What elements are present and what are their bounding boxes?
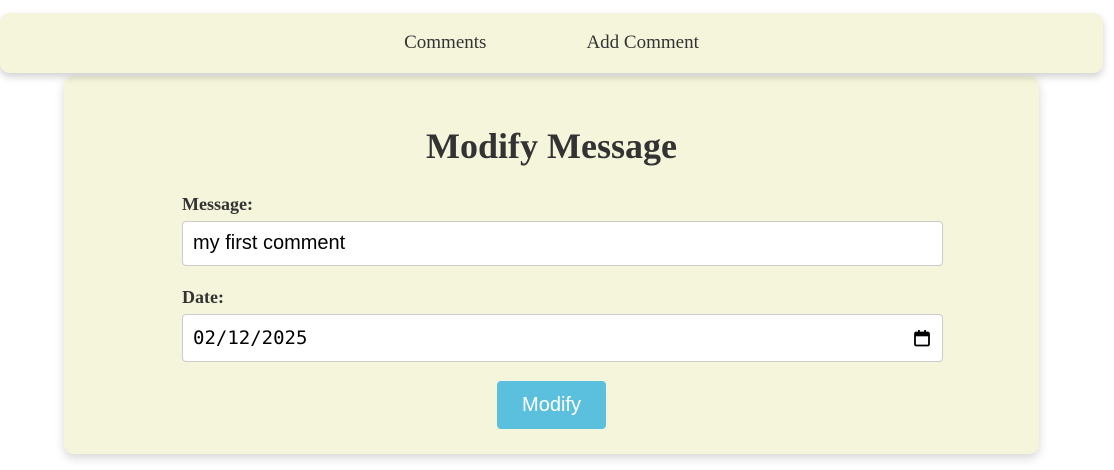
page-title: Modify Message (426, 126, 677, 166)
modify-button[interactable]: Modify (497, 381, 606, 429)
modify-message-card: Modify Message Message: my first comment… (64, 76, 1039, 454)
nav-link-add-comment[interactable]: Add Comment (586, 32, 698, 54)
message-input[interactable]: my first comment (182, 221, 943, 266)
date-label: Date: (182, 287, 224, 307)
date-input-value: 02/12/2025 (193, 327, 308, 349)
message-input-value: my first comment (193, 232, 346, 254)
nav-link-comments[interactable]: Comments (404, 32, 486, 54)
calendar-icon[interactable] (912, 328, 932, 348)
date-input[interactable]: 02/12/2025 (182, 314, 943, 362)
message-label: Message: (182, 194, 253, 214)
top-navbar: Comments Add Comment (0, 13, 1103, 73)
